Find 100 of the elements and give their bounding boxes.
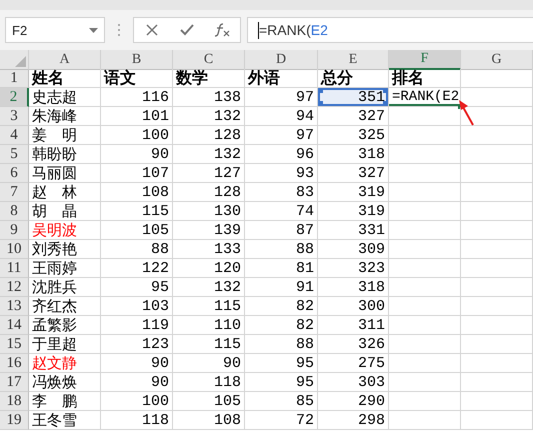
row-header[interactable]: 5	[0, 145, 29, 164]
empty-cell[interactable]	[461, 126, 533, 145]
empty-cell[interactable]	[461, 240, 533, 259]
table-cell: 74	[245, 202, 318, 221]
empty-cell[interactable]	[461, 221, 533, 240]
column-header[interactable]: F	[389, 50, 461, 70]
table-cell: 133	[173, 240, 245, 259]
row-header[interactable]: 1	[0, 69, 29, 88]
empty-cell[interactable]	[461, 335, 533, 354]
table-cell: 90	[101, 145, 173, 164]
column-header[interactable]: G	[461, 50, 533, 70]
empty-cell[interactable]	[461, 297, 533, 316]
row-header[interactable]: 3	[0, 107, 29, 126]
empty-cell[interactable]	[461, 354, 533, 373]
row-header[interactable]: 4	[0, 126, 29, 145]
empty-cell[interactable]	[389, 240, 461, 259]
empty-cell[interactable]	[389, 411, 461, 430]
table-cell: 123	[101, 335, 173, 354]
empty-cell[interactable]	[461, 373, 533, 392]
row-header[interactable]: 17	[0, 373, 29, 392]
name-cell: 李 鹏	[29, 392, 101, 411]
select-all-icon[interactable]	[15, 56, 26, 67]
empty-cell[interactable]	[389, 107, 461, 126]
table-cell: 118	[101, 411, 173, 430]
empty-cell[interactable]	[461, 316, 533, 335]
row-header[interactable]: 8	[0, 202, 29, 221]
table-cell: 94	[245, 107, 318, 126]
empty-cell[interactable]	[389, 164, 461, 183]
table-cell: 103	[101, 297, 173, 316]
row-header[interactable]: 9	[0, 221, 29, 240]
editing-cell[interactable]: =RANK(E2	[389, 88, 461, 107]
name-cell: 冯焕焕	[29, 373, 101, 392]
table-cell: 96	[245, 145, 318, 164]
empty-cell[interactable]	[461, 69, 533, 88]
formula-bar[interactable]: =RANK(E2	[247, 17, 533, 43]
name-cell: 朱海峰	[29, 107, 101, 126]
table-cell: 128	[173, 183, 245, 202]
table-cell: 81	[245, 259, 318, 278]
row-header[interactable]: 10	[0, 240, 29, 259]
row-header[interactable]: 7	[0, 183, 29, 202]
empty-cell[interactable]	[389, 221, 461, 240]
empty-cell[interactable]	[461, 259, 533, 278]
empty-cell[interactable]	[389, 259, 461, 278]
column-header[interactable]: D	[245, 50, 318, 70]
row-header[interactable]: 19	[0, 411, 29, 430]
row-header[interactable]: 13	[0, 297, 29, 316]
table-cell: 95	[245, 373, 318, 392]
empty-cell[interactable]	[389, 354, 461, 373]
name-cell: 于里超	[29, 335, 101, 354]
row-header[interactable]: 15	[0, 335, 29, 354]
name-cell: 胡 晶	[29, 202, 101, 221]
row-header[interactable]: 6	[0, 164, 29, 183]
table-cell: 118	[173, 373, 245, 392]
row-header[interactable]: 16	[0, 354, 29, 373]
row-header[interactable]: 12	[0, 278, 29, 297]
table-cell: 331	[318, 221, 389, 240]
function-icon	[214, 23, 230, 37]
empty-cell[interactable]	[389, 297, 461, 316]
name-box[interactable]: F2	[5, 17, 105, 43]
empty-cell[interactable]	[461, 411, 533, 430]
table-cell: 318	[318, 145, 389, 164]
empty-cell[interactable]	[389, 316, 461, 335]
table-cell: 115	[173, 297, 245, 316]
row-header[interactable]: 14	[0, 316, 29, 335]
empty-cell[interactable]	[461, 392, 533, 411]
table-cell: 327	[318, 107, 389, 126]
empty-cell[interactable]	[389, 278, 461, 297]
empty-cell[interactable]	[461, 278, 533, 297]
name-cell: 赵文静	[29, 354, 101, 373]
empty-cell[interactable]	[461, 164, 533, 183]
table-cell: 91	[245, 278, 318, 297]
table-cell: 298	[318, 411, 389, 430]
table-cell: 108	[101, 183, 173, 202]
table-cell: 122	[101, 259, 173, 278]
column-header[interactable]: A	[29, 50, 101, 70]
empty-cell[interactable]	[389, 392, 461, 411]
empty-cell[interactable]	[461, 183, 533, 202]
header-cell: 排名	[389, 69, 461, 88]
header-cell: 外语	[245, 69, 318, 88]
row-header[interactable]: 11	[0, 259, 29, 278]
empty-cell[interactable]	[389, 145, 461, 164]
empty-cell[interactable]	[461, 202, 533, 221]
column-header[interactable]: B	[101, 50, 173, 70]
table-cell: 88	[245, 335, 318, 354]
empty-cell[interactable]	[389, 126, 461, 145]
dropdown-icon	[89, 28, 98, 32]
row-header[interactable]: 2	[0, 88, 29, 107]
empty-cell[interactable]	[389, 373, 461, 392]
empty-cell[interactable]	[389, 183, 461, 202]
table-cell: 90	[101, 373, 173, 392]
column-header[interactable]: E	[318, 50, 389, 70]
name-cell: 王雨婷	[29, 259, 101, 278]
empty-cell[interactable]	[461, 145, 533, 164]
empty-cell[interactable]	[389, 202, 461, 221]
name-cell: 赵 林	[29, 183, 101, 202]
empty-cell[interactable]	[389, 335, 461, 354]
table-cell: 90	[173, 354, 245, 373]
table-cell: 303	[318, 373, 389, 392]
row-header[interactable]: 18	[0, 392, 29, 411]
column-header[interactable]: C	[173, 50, 245, 70]
